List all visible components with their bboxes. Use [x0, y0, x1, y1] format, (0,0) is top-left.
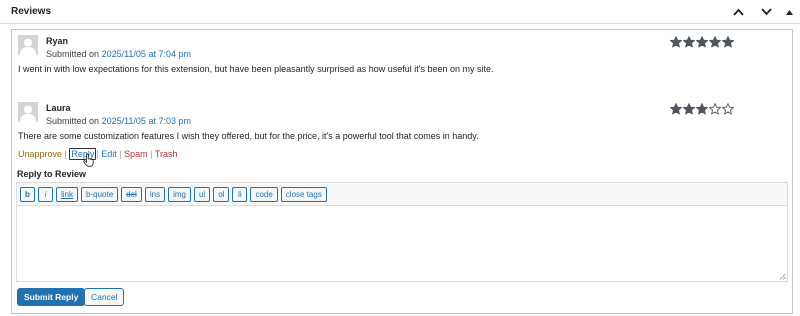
trash-link[interactable]: Trash — [155, 149, 178, 159]
star-filled-icon — [722, 36, 734, 48]
review-author: Ryan — [46, 36, 69, 46]
qt-ins-button[interactable]: ins — [144, 186, 166, 202]
reply-textarea[interactable] — [17, 206, 787, 280]
resize-handle-icon[interactable] — [779, 273, 786, 280]
avatar — [18, 102, 38, 122]
hand-cursor-icon — [83, 153, 94, 167]
submitted-prefix: Submitted on — [46, 116, 100, 126]
row-actions: Unapprove | Reply | Edit | Spam | Trash — [18, 148, 178, 160]
unapprove-link[interactable]: Unapprove — [18, 149, 62, 159]
review-author: Laura — [46, 103, 71, 113]
qt-blockquote-button[interactable]: b-quote — [81, 186, 119, 202]
star-filled-icon — [683, 36, 695, 48]
review-date-link[interactable]: 2025/11/05 at 7:04 pm — [102, 49, 191, 59]
star-filled-icon — [670, 103, 682, 115]
submit-reply-button[interactable]: Submit Reply — [17, 288, 86, 306]
review-date-link[interactable]: 2025/11/05 at 7:03 pm — [102, 116, 191, 126]
star-filled-icon — [696, 103, 708, 115]
panel-header: Reviews — [0, 0, 800, 24]
submitted-prefix: Submitted on — [46, 49, 100, 59]
quicktags-toolbar: b i link b-quote del ins img ul ol li co… — [17, 183, 787, 206]
avatar — [18, 35, 38, 55]
reply-editor: b i link b-quote del ins img ul ol li co… — [16, 182, 788, 282]
qt-code-button[interactable]: code — [250, 186, 278, 202]
qt-link-button[interactable]: link — [56, 186, 79, 202]
qt-ul-button[interactable]: ul — [193, 186, 211, 202]
spam-link[interactable]: Spam — [124, 149, 148, 159]
star-empty-icon — [709, 103, 721, 115]
review-content: There are some customization features I … — [18, 131, 479, 141]
caret-up-icon[interactable] — [783, 4, 795, 20]
star-filled-icon — [696, 36, 708, 48]
star-filled-icon — [683, 103, 695, 115]
action-separator: | — [96, 149, 99, 159]
qt-img-button[interactable]: img — [168, 186, 191, 202]
qt-bold-button[interactable]: b — [20, 186, 35, 202]
edit-link[interactable]: Edit — [101, 149, 117, 159]
star-rating — [670, 103, 734, 117]
chevron-down-icon[interactable] — [757, 4, 775, 20]
review-content: I went in with low expectations for this… — [18, 64, 494, 74]
action-separator: | — [119, 149, 122, 159]
qt-close-tags-button[interactable]: close tags — [280, 186, 327, 202]
action-separator: | — [150, 149, 153, 159]
reply-form-label: Reply to Review — [17, 169, 87, 179]
qt-del-button[interactable]: del — [121, 186, 142, 202]
review-submitted: Submitted on 2025/11/05 at 7:03 pm — [46, 116, 191, 126]
action-separator: | — [64, 149, 67, 159]
review-item: Laura Submitted on 2025/11/05 at 7:03 pm… — [18, 102, 788, 142]
review-item: Ryan Submitted on 2025/11/05 at 7:04 pm … — [18, 35, 788, 75]
star-empty-icon — [722, 103, 734, 115]
star-filled-icon — [670, 36, 682, 48]
qt-italic-button[interactable]: i — [38, 186, 53, 202]
qt-ol-button[interactable]: ol — [213, 186, 230, 202]
qt-li-button[interactable]: li — [232, 186, 248, 202]
star-rating — [670, 36, 734, 50]
cancel-button[interactable]: Cancel — [84, 288, 125, 306]
chevron-up-icon[interactable] — [729, 4, 747, 20]
panel-title: Reviews — [11, 6, 52, 17]
review-submitted: Submitted on 2025/11/05 at 7:04 pm — [46, 49, 191, 59]
star-filled-icon — [709, 36, 721, 48]
reviews-list: Ryan Submitted on 2025/11/05 at 7:04 pm … — [11, 29, 793, 314]
